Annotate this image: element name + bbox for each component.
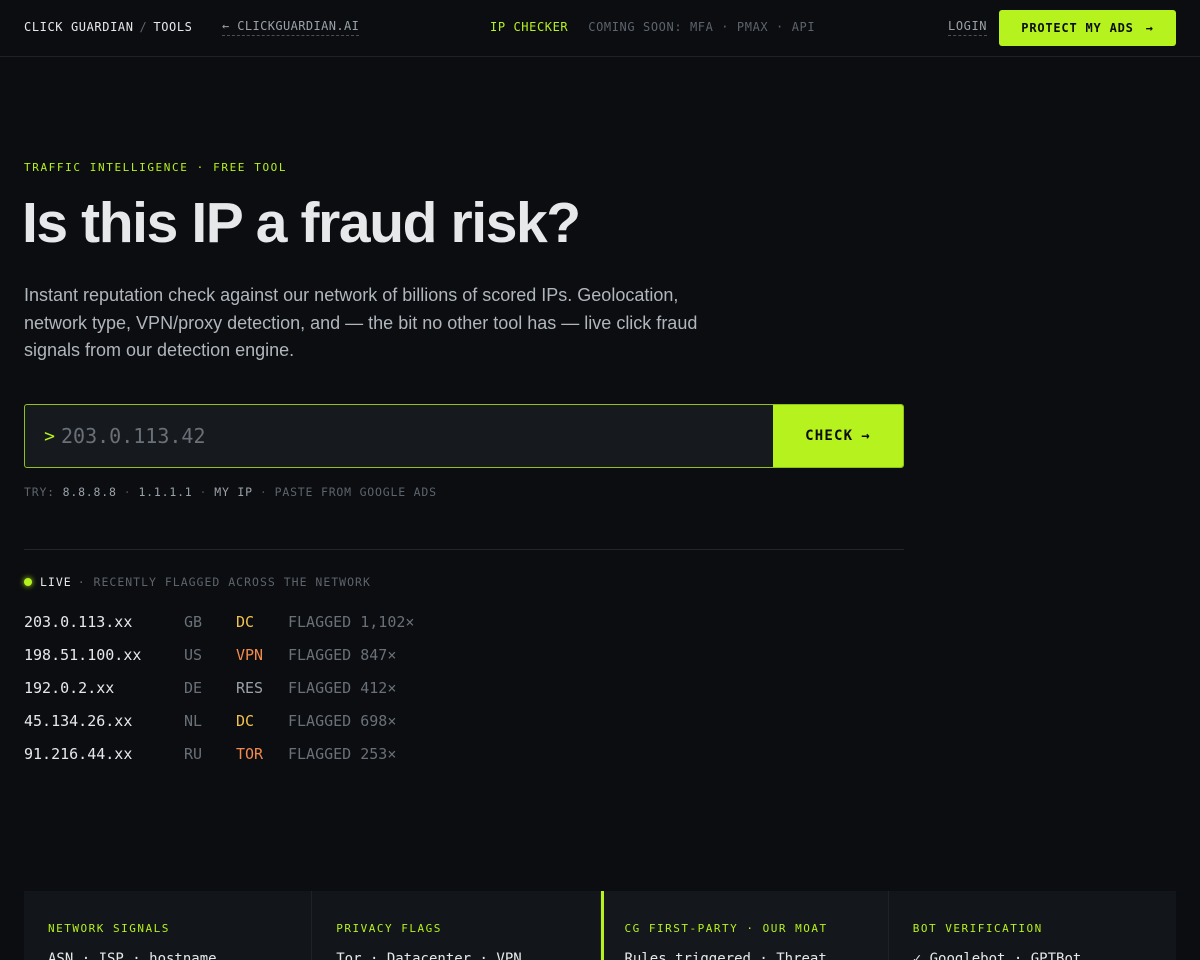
live-caption: · RECENTLY FLAGGED ACROSS THE NETWORK bbox=[77, 575, 371, 589]
back-to-site-link[interactable]: ← CLICKGUARDIAN.AI bbox=[222, 19, 360, 36]
ip-search-form: > CHECK → bbox=[24, 404, 904, 468]
list-item[interactable]: 203.0.113.xx GB DC FLAGGED 1,102× bbox=[24, 605, 414, 638]
prompt-icon: > bbox=[44, 425, 55, 447]
list-item[interactable]: 198.51.100.xx US VPN FLAGGED 847× bbox=[24, 638, 414, 671]
section-divider bbox=[24, 549, 904, 550]
feed-type: RES bbox=[236, 678, 264, 697]
brand[interactable]: CLICK GUARDIAN / TOOLS bbox=[24, 20, 193, 34]
ip-input[interactable] bbox=[61, 405, 773, 467]
feed-type: TOR bbox=[236, 744, 264, 763]
feed-ip: 45.134.26.xx bbox=[24, 711, 133, 730]
card-body: ✓ Googlebot · GPTBot bbox=[912, 951, 1082, 960]
feed-ip: 203.0.113.xx bbox=[24, 612, 133, 631]
try-suggestions: TRY: 8.8.8.8 · 1.1.1.1 · MY IP · PASTE FROM GO… bbox=[24, 485, 437, 499]
login-link[interactable]: LOGIN bbox=[948, 19, 988, 36]
feed-ip: 192.0.2.xx bbox=[24, 678, 115, 697]
card-title: BOT VERIFICATION bbox=[912, 922, 1043, 935]
card-privacy-flags: PRIVACY FLAGS Tor · Datacenter · VPN bbox=[312, 891, 601, 960]
feed-flag-count: FLAGGED 253× bbox=[288, 744, 397, 763]
tab-ip-checker[interactable]: IP CHECKER bbox=[490, 20, 568, 34]
protect-button-label: PROTECT MY ADS bbox=[1021, 21, 1134, 35]
separator-dot: · bbox=[259, 485, 268, 499]
feed-country: NL bbox=[184, 711, 203, 730]
feed-country: US bbox=[184, 645, 203, 664]
brand-separator: / bbox=[139, 20, 148, 34]
arrow-right-icon: → bbox=[861, 428, 871, 444]
protect-my-ads-button[interactable]: PROTECT MY ADS → bbox=[999, 10, 1176, 46]
tool-nav: IP CHECKER COMING SOON: MFA · PMAX · API bbox=[490, 20, 815, 34]
feed-country: DE bbox=[184, 678, 203, 697]
card-network-signals: NETWORK SIGNALS ASN · ISP · hostname bbox=[24, 891, 313, 960]
list-item[interactable]: 91.216.44.xx RU TOR FLAGGED 253× bbox=[24, 737, 414, 770]
coming-soon-label: COMING SOON: MFA · PMAX · API bbox=[588, 20, 816, 34]
feature-cards: NETWORK SIGNALS ASN · ISP · hostname PRI… bbox=[24, 891, 1176, 960]
feed-type: DC bbox=[236, 711, 255, 730]
top-nav: CLICK GUARDIAN / TOOLS ← CLICKGUARDIAN.AI … bbox=[0, 0, 1200, 57]
card-title: NETWORK SIGNALS bbox=[48, 922, 170, 935]
card-title: CG FIRST-PARTY · OUR MOAT bbox=[624, 922, 828, 935]
check-button[interactable]: CHECK → bbox=[773, 405, 903, 467]
card-bot-verification: BOT VERIFICATION ✓ Googlebot · GPTBot bbox=[888, 891, 1176, 960]
check-button-label: CHECK bbox=[805, 428, 854, 444]
separator-dot: · bbox=[199, 485, 208, 499]
feed-ip: 198.51.100.xx bbox=[24, 645, 142, 664]
feed-ip: 91.216.44.xx bbox=[24, 744, 133, 763]
feed-flag-count: FLAGGED 1,102× bbox=[288, 612, 415, 631]
list-item[interactable]: 45.134.26.xx NL DC FLAGGED 698× bbox=[24, 704, 414, 737]
feed-country: GB bbox=[184, 612, 203, 631]
live-feed-header: LIVE · RECENTLY FLAGGED ACROSS THE NETWO… bbox=[24, 575, 371, 589]
suggestion-my-ip[interactable]: MY IP bbox=[214, 485, 253, 499]
card-body: Tor · Datacenter · VPN bbox=[336, 951, 522, 960]
live-indicator-icon bbox=[24, 578, 32, 586]
hero-description: Instant reputation check against our net… bbox=[24, 285, 698, 360]
suggestion-8-8-8-8[interactable]: 8.8.8.8 bbox=[63, 485, 117, 499]
card-cg-first-party: CG FIRST-PARTY · OUR MOAT Rules triggere… bbox=[600, 891, 889, 960]
page-title: Is this IP a fraud risk? bbox=[22, 191, 581, 255]
card-body: ASN · ISP · hostname bbox=[48, 951, 217, 960]
feed-flag-count: FLAGGED 847× bbox=[288, 645, 397, 664]
feed-type: DC bbox=[236, 612, 255, 631]
list-item[interactable]: 192.0.2.xx DE RES FLAGGED 412× bbox=[24, 671, 414, 704]
card-body: Rules triggered · Threat bbox=[624, 951, 827, 960]
feed-country: RU bbox=[184, 744, 203, 763]
feed-flag-count: FLAGGED 412× bbox=[288, 678, 397, 697]
feed-type: VPN bbox=[236, 645, 264, 664]
feed-flag-count: FLAGGED 698× bbox=[288, 711, 397, 730]
flagged-ip-list: 203.0.113.xx GB DC FLAGGED 1,102× 198.51… bbox=[24, 605, 414, 770]
suggestion-paste-google-ads[interactable]: PASTE FROM GOOGLE ADS bbox=[275, 485, 437, 499]
brand-section: TOOLS bbox=[153, 20, 193, 34]
try-label: TRY: bbox=[24, 485, 55, 499]
separator-dot: · bbox=[123, 485, 132, 499]
card-title: PRIVACY FLAGS bbox=[336, 922, 442, 935]
arrow-right-icon: → bbox=[1145, 21, 1154, 35]
live-label: LIVE bbox=[40, 575, 72, 589]
hero-eyebrow: TRAFFIC INTELLIGENCE · FREE TOOL bbox=[24, 161, 288, 174]
brand-name: CLICK GUARDIAN bbox=[24, 20, 134, 34]
suggestion-1-1-1-1[interactable]: 1.1.1.1 bbox=[138, 485, 192, 499]
